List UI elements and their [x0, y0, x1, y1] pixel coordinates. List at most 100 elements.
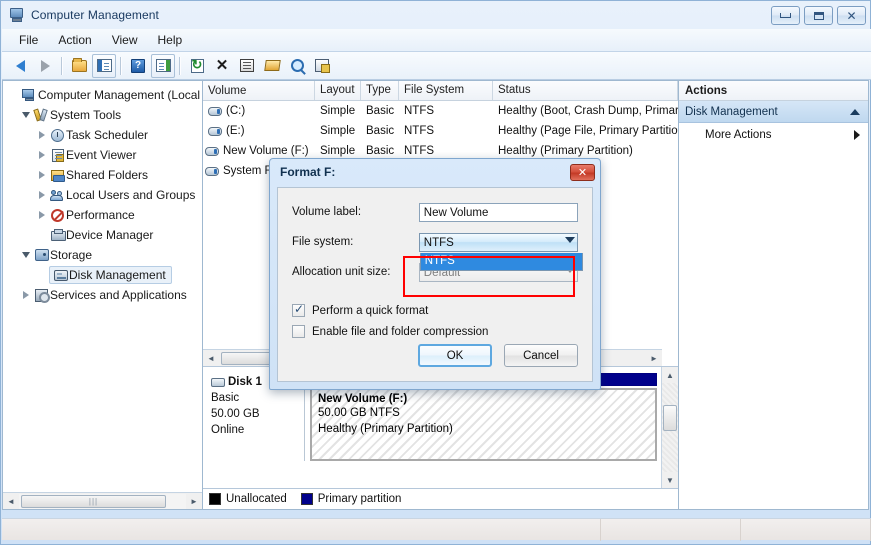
scroll-right-button[interactable]: ►	[186, 494, 202, 509]
sidebar-item-label: Computer Management (Local	[38, 88, 201, 102]
expander-closed[interactable]	[35, 171, 49, 179]
delete-icon[interactable]: ✕	[210, 54, 234, 78]
scroll-thumb[interactable]	[663, 405, 677, 431]
quick-format-label: Perform a quick format	[312, 304, 429, 317]
expander-closed[interactable]	[19, 291, 33, 299]
actions-section-disk-management[interactable]: Disk Management	[679, 101, 868, 123]
checkbox-row-quick-format[interactable]: Perform a quick format	[292, 300, 578, 321]
actions-section-label: Disk Management	[685, 105, 778, 118]
menu-bar: File Action View Help	[2, 29, 871, 52]
status-pane-main	[2, 518, 601, 541]
expander-closed[interactable]	[35, 191, 49, 199]
action-item-more-actions[interactable]: More Actions	[679, 123, 868, 147]
up-folder-icon[interactable]	[67, 54, 91, 78]
sidebar-item-system-tools[interactable]: System Tools	[5, 105, 202, 125]
sidebar-item-services-and-applications[interactable]: Services and Applications	[5, 285, 202, 305]
checkbox-row-compression[interactable]: Enable file and folder compression	[292, 321, 578, 342]
expander-closed[interactable]	[35, 151, 49, 159]
menu-file[interactable]: File	[10, 30, 47, 50]
expander-open[interactable]	[19, 112, 33, 118]
scroll-track[interactable]: |||	[19, 493, 186, 509]
sidebar-item-label: Event Viewer	[66, 148, 137, 162]
allocation-label: Allocation unit size:	[292, 266, 391, 278]
toolbar-separator-3	[179, 56, 181, 75]
sidebar-item-event-viewer[interactable]: Event Viewer	[5, 145, 202, 165]
table-row[interactable]: (E:) Simple Basic NTFS Healthy (Page Fil…	[203, 121, 678, 141]
back-arrow-icon[interactable]	[8, 54, 32, 78]
computer-icon	[21, 88, 38, 102]
properties-icon[interactable]	[235, 54, 259, 78]
column-header-file-system[interactable]: File System	[399, 81, 493, 100]
title-bar: Computer Management ✕	[1, 1, 871, 29]
ok-button[interactable]: OK	[418, 344, 492, 367]
dialog-buttons: OK Cancel	[418, 344, 578, 367]
sidebar-item-label: Services and Applications	[50, 288, 187, 302]
sidebar-item-storage[interactable]: Storage	[5, 245, 202, 265]
chevron-down-icon[interactable]	[565, 236, 575, 243]
compression-checkbox[interactable]	[292, 325, 305, 338]
scroll-left-button[interactable]: ◄	[203, 351, 219, 366]
sidebar-item-local-users-and-groups[interactable]: Local Users and Groups	[5, 185, 202, 205]
sidebar-item-label: Shared Folders	[66, 168, 149, 182]
cell-type: Basic	[366, 125, 395, 137]
window-controls: ✕	[771, 6, 866, 25]
menu-help[interactable]: Help	[149, 30, 192, 50]
users-icon	[49, 188, 66, 202]
close-button[interactable]: ✕	[837, 6, 866, 25]
open-folder-icon[interactable]	[260, 54, 284, 78]
partition-size-fs: 50.00 GB NTFS	[318, 407, 400, 419]
expander-closed[interactable]	[35, 211, 49, 219]
graphical-view-vertical-scrollbar[interactable]: ▲ ▼	[661, 367, 678, 488]
column-header-volume[interactable]: Volume	[203, 81, 315, 100]
sidebar-item-performance[interactable]: Performance	[5, 205, 202, 225]
scroll-left-button[interactable]: ◄	[3, 494, 19, 509]
scroll-up-button[interactable]: ▲	[662, 367, 678, 383]
sidebar-item-device-manager[interactable]: Device Manager	[5, 225, 202, 245]
sidebar-item-disk-management[interactable]: Disk Management	[5, 265, 202, 285]
help-icon[interactable]: ?	[126, 54, 150, 78]
compression-label: Enable file and folder compression	[312, 325, 489, 338]
sidebar-item-task-scheduler[interactable]: Task Scheduler	[5, 125, 202, 145]
partition-block[interactable]: New Volume (F:) 50.00 GB NTFS Healthy (P…	[310, 388, 657, 461]
menu-view[interactable]: View	[103, 30, 147, 50]
tree-horizontal-scrollbar[interactable]: ◄ ||| ►	[3, 492, 202, 509]
disk-state: Online	[211, 424, 245, 436]
dialog-close-button[interactable]: ✕	[570, 163, 595, 181]
device-manager-icon	[49, 229, 66, 241]
quick-format-checkbox[interactable]	[292, 302, 305, 317]
maximize-button[interactable]	[804, 6, 833, 25]
partition-title: New Volume (F:)	[318, 393, 408, 405]
scroll-thumb[interactable]: |||	[21, 494, 166, 508]
sidebar-item-computer-management[interactable]: Computer Management (Local	[5, 85, 202, 105]
file-system-dropdown[interactable]: NTFS NTFS	[418, 232, 583, 271]
console-tree-pane: Computer Management (Local System Tools …	[2, 80, 202, 510]
sidebar-item-shared-folders[interactable]: Shared Folders	[5, 165, 202, 185]
disk-management-icon	[52, 269, 69, 281]
volume-icon	[205, 146, 219, 156]
refresh-icon[interactable]	[185, 54, 209, 78]
cell-file-system: NTFS	[404, 145, 435, 157]
scroll-right-button[interactable]: ►	[646, 351, 662, 366]
scroll-down-button[interactable]: ▼	[662, 472, 678, 488]
volume-icon	[208, 126, 222, 136]
expander-open[interactable]	[19, 252, 33, 258]
forward-arrow-icon[interactable]	[33, 54, 57, 78]
file-system-option-list[interactable]: NTFS	[419, 252, 583, 271]
menu-action[interactable]: Action	[49, 30, 100, 50]
show-action-pane-icon[interactable]	[151, 53, 175, 78]
scroll-track[interactable]	[662, 383, 678, 472]
cancel-button[interactable]: Cancel	[504, 344, 578, 367]
expander-closed[interactable]	[35, 131, 49, 139]
column-header-status[interactable]: Status	[493, 81, 678, 100]
disk-tools-icon[interactable]	[310, 54, 334, 78]
chevron-up-icon[interactable]	[850, 108, 860, 115]
table-row[interactable]: (C:) Simple Basic NTFS Healthy (Boot, Cr…	[203, 101, 678, 121]
volume-label-input[interactable]: New Volume	[418, 202, 578, 222]
file-system-option-ntfs[interactable]: NTFS	[420, 252, 582, 270]
minimize-button[interactable]	[771, 6, 800, 25]
column-header-type[interactable]: Type	[361, 81, 399, 100]
column-header-layout[interactable]: Layout	[315, 81, 361, 100]
show-tree-pane-icon[interactable]	[92, 53, 116, 78]
cell-type: Basic	[366, 145, 395, 157]
search-icon[interactable]	[285, 54, 309, 78]
